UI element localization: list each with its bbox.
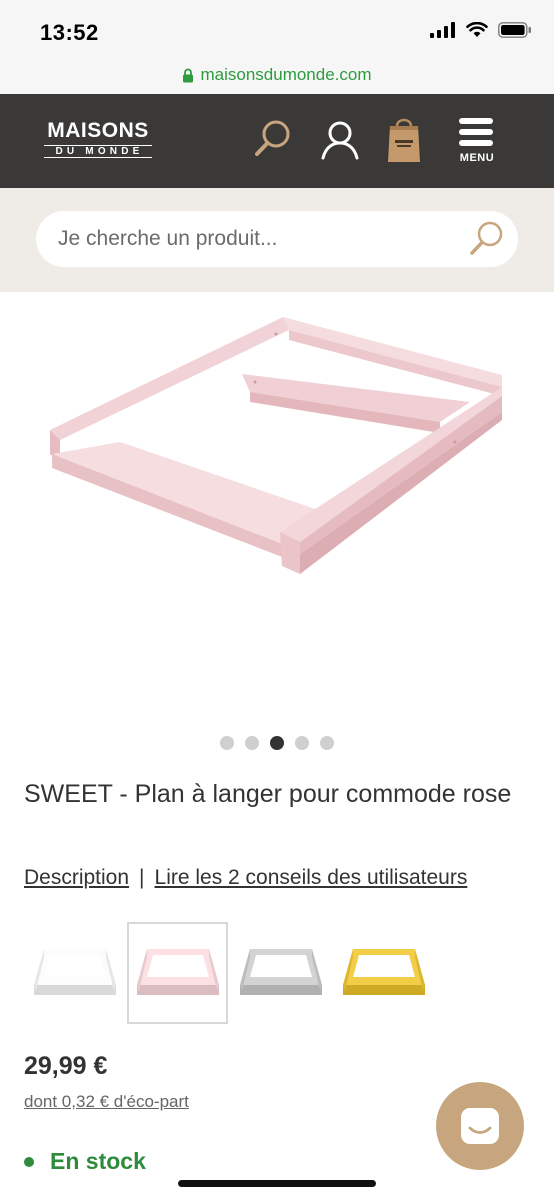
- url-text: maisonsdumonde.com: [200, 65, 372, 84]
- stock-status: En stock: [24, 1148, 146, 1175]
- search-icon[interactable]: [253, 118, 293, 160]
- lock-icon: [183, 68, 194, 82]
- search-band: [0, 188, 554, 292]
- variant-tray-icon: [239, 949, 322, 995]
- status-icons: [430, 22, 532, 38]
- logo-bottom-text: DU MONDE: [44, 145, 152, 158]
- logo-top-text: MAISONS: [47, 119, 149, 142]
- signal-icon: [430, 22, 455, 38]
- carousel-dot[interactable]: [320, 736, 334, 750]
- status-bar: 13:52: [0, 0, 554, 56]
- eco-part-link[interactable]: dont 0,32 € d'éco-part: [24, 1092, 189, 1112]
- variant-tray-icon: [342, 949, 425, 995]
- chat-icon: [461, 1108, 499, 1144]
- variant-tray-icon: [33, 949, 116, 995]
- status-time: 13:52: [40, 20, 99, 45]
- links-separator: |: [139, 866, 145, 889]
- carousel-dots: [0, 736, 554, 750]
- color-variant-thumbnail[interactable]: [127, 922, 228, 1024]
- battery-icon: [498, 22, 531, 38]
- stock-text: En stock: [50, 1148, 146, 1174]
- product-title: SWEET - Plan à langer pour commode rose: [24, 780, 512, 808]
- account-icon[interactable]: [321, 120, 359, 160]
- product-links: Description | Lire les 2 conseils des ut…: [24, 866, 467, 890]
- color-variant-thumbnail[interactable]: [333, 922, 434, 1024]
- shopping-bag-icon[interactable]: [386, 116, 422, 164]
- site-header: MAISONS DU MONDE: [0, 94, 554, 188]
- search-input[interactable]: [58, 211, 458, 267]
- variant-tray-icon: [136, 949, 219, 995]
- color-variant-thumbnail[interactable]: [24, 922, 125, 1024]
- site-logo[interactable]: MAISONS DU MONDE: [44, 120, 152, 158]
- carousel-dot[interactable]: [220, 736, 234, 750]
- chat-button[interactable]: [436, 1082, 524, 1170]
- menu-label[interactable]: MENU: [457, 152, 497, 164]
- menu-icon[interactable]: [457, 116, 495, 148]
- stock-dot: [24, 1156, 34, 1167]
- color-variant-thumbnail[interactable]: [230, 922, 331, 1024]
- color-variants: [24, 922, 434, 1024]
- changing-tray-illustration: [50, 317, 502, 574]
- reviews-link[interactable]: Lire les 2 conseils des utilisateurs: [155, 866, 468, 890]
- search-submit-icon[interactable]: [466, 219, 506, 259]
- product-price: 29,99 €: [24, 1052, 108, 1080]
- description-link[interactable]: Description: [24, 866, 129, 890]
- carousel-dot[interactable]: [270, 736, 284, 750]
- wifi-icon: [466, 22, 488, 37]
- carousel-dot[interactable]: [295, 736, 309, 750]
- carousel-dot[interactable]: [245, 736, 259, 750]
- product-image[interactable]: [0, 292, 554, 722]
- home-indicator: [178, 1180, 376, 1187]
- search-box: [36, 211, 518, 267]
- url-bar[interactable]: maisonsdumonde.com: [0, 56, 554, 94]
